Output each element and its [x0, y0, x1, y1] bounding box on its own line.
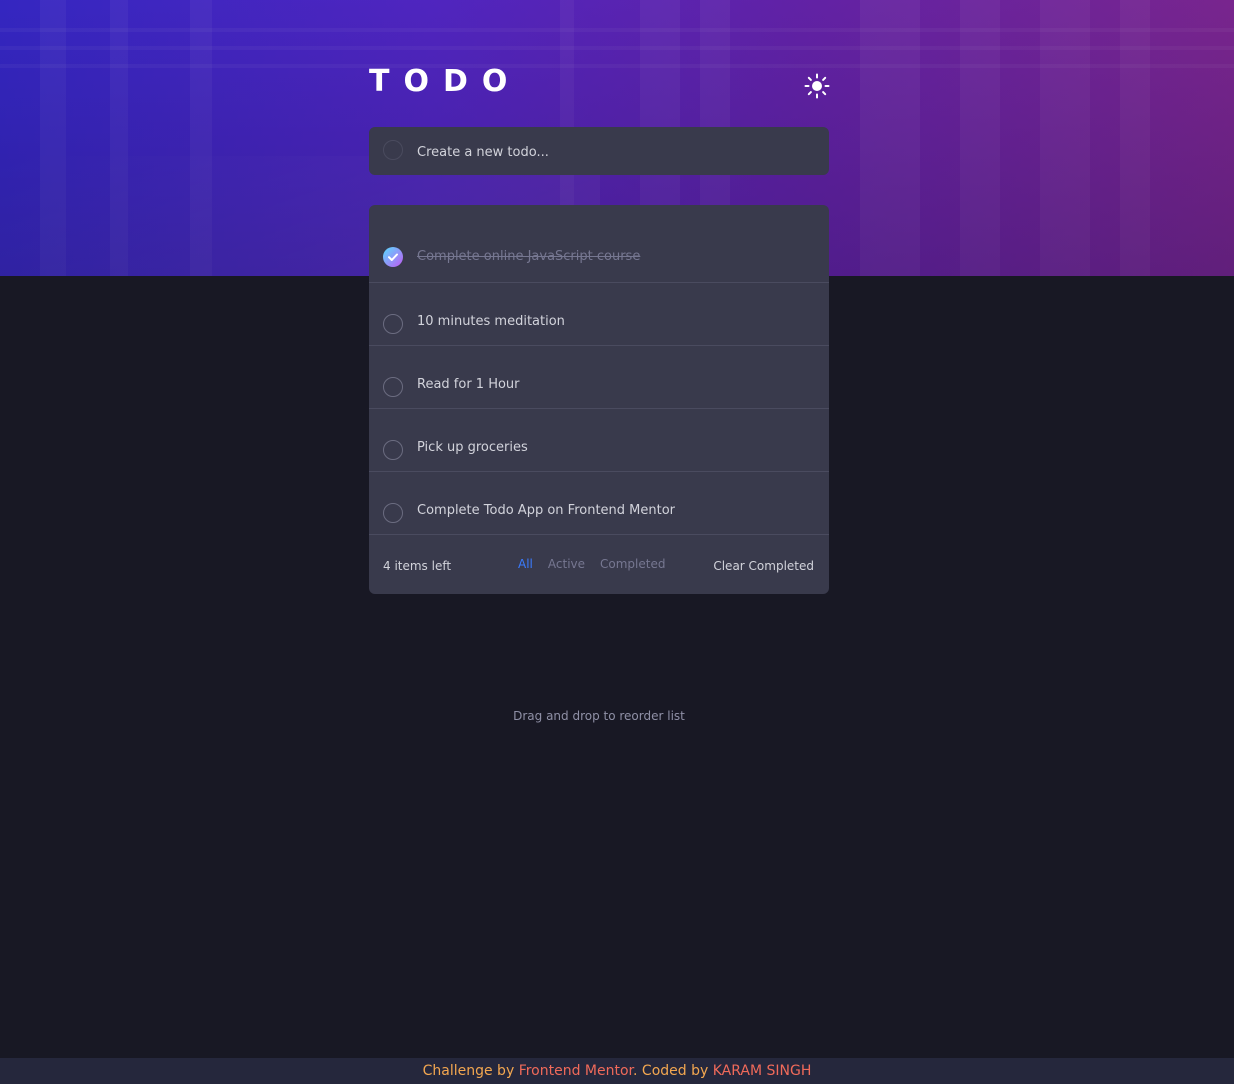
todo-item-label: Complete online JavaScript course [417, 249, 641, 264]
attribution-prefix: Challenge by [422, 1063, 519, 1079]
drag-drop-hint: Drag and drop to reorder list [513, 709, 685, 723]
todo-checkbox[interactable] [383, 440, 403, 460]
todo-checkbox[interactable] [383, 377, 403, 397]
new-todo-form [369, 127, 829, 175]
todo-checkbox[interactable] [383, 314, 403, 334]
todo-item-label: Pick up groceries [417, 439, 528, 455]
todo-item-label: Read for 1 Hour [417, 376, 520, 392]
new-todo-check-circle[interactable] [383, 140, 403, 160]
todo-checkbox-checked[interactable] [383, 247, 403, 267]
filter-all[interactable]: All [518, 557, 533, 571]
filter-completed[interactable]: Completed [600, 557, 665, 571]
author-link[interactable]: KARAM SINGH [713, 1063, 812, 1079]
attribution-middle: . Coded by [633, 1063, 713, 1079]
todo-item-label: Complete Todo App on Frontend Mentor [417, 502, 676, 518]
attribution: Challenge by Frontend Mentor. Coded by K… [0, 1058, 1234, 1084]
todo-app: TODO Complete o [0, 0, 1234, 1084]
todo-list-footer: 4 items left All Active Completed Clear … [369, 537, 829, 594]
todo-item[interactable]: Read for 1 Hour [369, 346, 829, 409]
sun-icon [804, 73, 830, 99]
todo-checkbox[interactable] [383, 503, 403, 523]
todo-item[interactable]: Pick up groceries [369, 409, 829, 472]
new-todo-input[interactable] [415, 137, 809, 167]
todo-item[interactable]: Complete Todo App on Frontend Mentor [369, 472, 829, 535]
todo-item[interactable]: Complete online JavaScript course [369, 205, 829, 283]
todo-item-label: 10 minutes meditation [417, 313, 565, 329]
theme-toggle-button[interactable] [803, 72, 831, 100]
todo-item[interactable]: 10 minutes meditation [369, 283, 829, 346]
frontend-mentor-link[interactable]: Frontend Mentor [519, 1063, 633, 1079]
todo-list: Complete online JavaScript course 10 min… [369, 205, 829, 594]
filter-group: All Active Completed [518, 557, 665, 571]
app-title: TODO [369, 64, 522, 99]
items-left-count: 4 items left [383, 559, 452, 573]
check-icon [388, 253, 398, 261]
filter-active[interactable]: Active [548, 557, 585, 571]
clear-completed-button[interactable]: Clear Completed [713, 559, 814, 573]
